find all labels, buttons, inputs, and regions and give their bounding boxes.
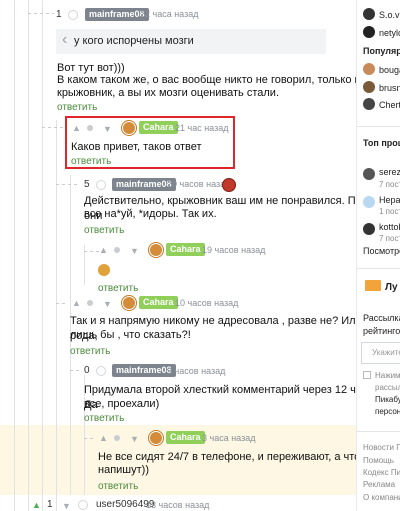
- username-badge[interactable]: Cahara: [139, 296, 178, 309]
- avatar[interactable]: [363, 223, 375, 235]
- username-badge[interactable]: Cahara: [166, 431, 205, 444]
- quote-text: у кого испорчены мозги: [74, 35, 194, 47]
- upvote-icon[interactable]: ▲: [72, 298, 81, 308]
- avatar[interactable]: [363, 196, 375, 208]
- comment-time[interactable]: 19 часов назад: [202, 245, 265, 255]
- footer-link[interactable]: Новости П: [363, 443, 400, 452]
- reply-button[interactable]: ответить: [57, 102, 97, 113]
- avatar[interactable]: [96, 180, 106, 190]
- reaction-icon: [222, 178, 236, 192]
- email-input[interactable]: Укажите: [361, 342, 400, 364]
- username-badge[interactable]: mainframe08: [112, 364, 176, 377]
- avatar[interactable]: [122, 296, 136, 310]
- reply-button[interactable]: ответить: [84, 225, 124, 236]
- footer-link[interactable]: Реклама: [363, 480, 395, 489]
- comment-time[interactable]: 10 часов назад: [175, 298, 238, 308]
- upvote-icon[interactable]: ▲: [99, 433, 108, 443]
- downvote-icon[interactable]: ▼: [103, 299, 112, 309]
- reply-button[interactable]: ответить: [71, 156, 111, 167]
- comment-text: крыжовник, а вы их мозги оценивать стали…: [57, 87, 279, 99]
- sidebar-user[interactable]: Нераз: [379, 195, 400, 205]
- quote-icon: ‹: [62, 31, 68, 48]
- sidebar-user[interactable]: S.o.v: [379, 10, 400, 20]
- comment-rating: 5: [84, 179, 90, 190]
- comment-text: все на*уй, *идоры. Так их.: [84, 208, 217, 220]
- username-badge[interactable]: Cahara: [139, 121, 178, 134]
- sidebar-user[interactable]: brusn: [379, 83, 400, 93]
- avatar[interactable]: [68, 10, 78, 20]
- downvote-icon[interactable]: ▼: [130, 246, 139, 256]
- sidebar-subtext: 1 пост: [379, 207, 400, 216]
- downvote-icon[interactable]: ▼: [130, 434, 139, 444]
- comment-text: лишь бы , что сказать?!: [70, 329, 191, 341]
- comment-rating: 1: [56, 9, 62, 20]
- avatar[interactable]: [96, 366, 106, 376]
- comment-text: Каков привет, таков ответ: [71, 141, 202, 153]
- section-header: Популярн: [363, 46, 400, 56]
- reply-button[interactable]: ответить: [70, 346, 110, 357]
- consent-link[interactable]: персональ: [375, 407, 400, 416]
- footer-link[interactable]: Кодекс Пи: [363, 468, 400, 477]
- see-more-link[interactable]: Посмотре: [363, 246, 400, 256]
- rating-dot-icon: [87, 300, 93, 306]
- sticker-icon: [98, 264, 110, 276]
- newsletter-text: Рассылка: [363, 313, 400, 323]
- avatar[interactable]: [363, 26, 375, 38]
- rating-dot-icon: [114, 247, 120, 253]
- mail-icon: [365, 280, 381, 291]
- comment-time[interactable]: 22 часа назад: [140, 9, 198, 19]
- reply-button[interactable]: ответить: [98, 481, 138, 492]
- reply-button[interactable]: ответить: [98, 283, 138, 294]
- comment-text: все, проехали): [84, 398, 160, 410]
- consent-text: рассылку»: [375, 383, 400, 392]
- avatar[interactable]: [363, 63, 375, 75]
- avatar[interactable]: [149, 243, 163, 257]
- downvote-icon[interactable]: ▼: [62, 501, 71, 511]
- upvote-icon[interactable]: ▲: [99, 245, 108, 255]
- avatar[interactable]: [363, 168, 375, 180]
- comment-time[interactable]: 20 часов назад: [167, 179, 230, 189]
- comment-text: напишут)): [98, 464, 149, 476]
- quote-block: ‹ у кого испорчены мозги: [56, 29, 326, 54]
- comment-time[interactable]: 21 час назад: [175, 123, 228, 133]
- upvote-icon[interactable]: ▲: [32, 500, 41, 510]
- comment-rating: 1: [47, 499, 53, 510]
- comment-time[interactable]: 3 часа назад: [202, 433, 255, 443]
- avatar[interactable]: [363, 98, 375, 110]
- username-badge[interactable]: mainframe08: [112, 178, 176, 191]
- sidebar-user[interactable]: netylc: [379, 28, 400, 38]
- newsletter-text: рейтингов: [363, 326, 400, 336]
- username-badge[interactable]: mainframe08: [85, 8, 149, 21]
- comment-rating: 0: [84, 365, 90, 376]
- reply-button[interactable]: ответить: [84, 413, 124, 424]
- rating-dot-icon: [87, 125, 93, 131]
- sidebar-subtext: 7 посте: [379, 234, 400, 243]
- sidebar-user[interactable]: serezh: [379, 167, 400, 177]
- sidebar-user[interactable]: kottob: [379, 222, 400, 232]
- right-sidebar: S.o.v netylc Популярн bouga brusn Cherte…: [356, 0, 400, 511]
- sidebar-subtext: 7 посте: [379, 180, 400, 189]
- consent-text: Нажимая к: [375, 371, 400, 380]
- avatar[interactable]: [363, 8, 375, 20]
- avatar[interactable]: [149, 431, 163, 445]
- consent-link[interactable]: Пикабу и д: [375, 395, 400, 404]
- footer-link[interactable]: О компани: [363, 493, 400, 502]
- rating-dot-icon: [114, 435, 120, 441]
- footer-link[interactable]: Помощь: [363, 456, 394, 465]
- comment-time[interactable]: 13 часов назад: [146, 500, 209, 510]
- email-placeholder: Укажите: [372, 348, 400, 357]
- comment-time[interactable]: 9 часов назад: [167, 366, 225, 376]
- sidebar-user[interactable]: Cherte: [379, 100, 400, 110]
- agree-checkbox[interactable]: [363, 371, 371, 379]
- section-header: Лу: [385, 282, 398, 293]
- downvote-icon[interactable]: ▼: [103, 124, 112, 134]
- section-header: Топ прош: [363, 138, 400, 148]
- avatar[interactable]: [363, 81, 375, 93]
- upvote-icon[interactable]: ▲: [72, 123, 81, 133]
- avatar[interactable]: [78, 500, 88, 510]
- avatar[interactable]: [122, 121, 136, 135]
- sidebar-user[interactable]: bouga: [379, 65, 400, 75]
- username-badge[interactable]: Cahara: [166, 243, 205, 256]
